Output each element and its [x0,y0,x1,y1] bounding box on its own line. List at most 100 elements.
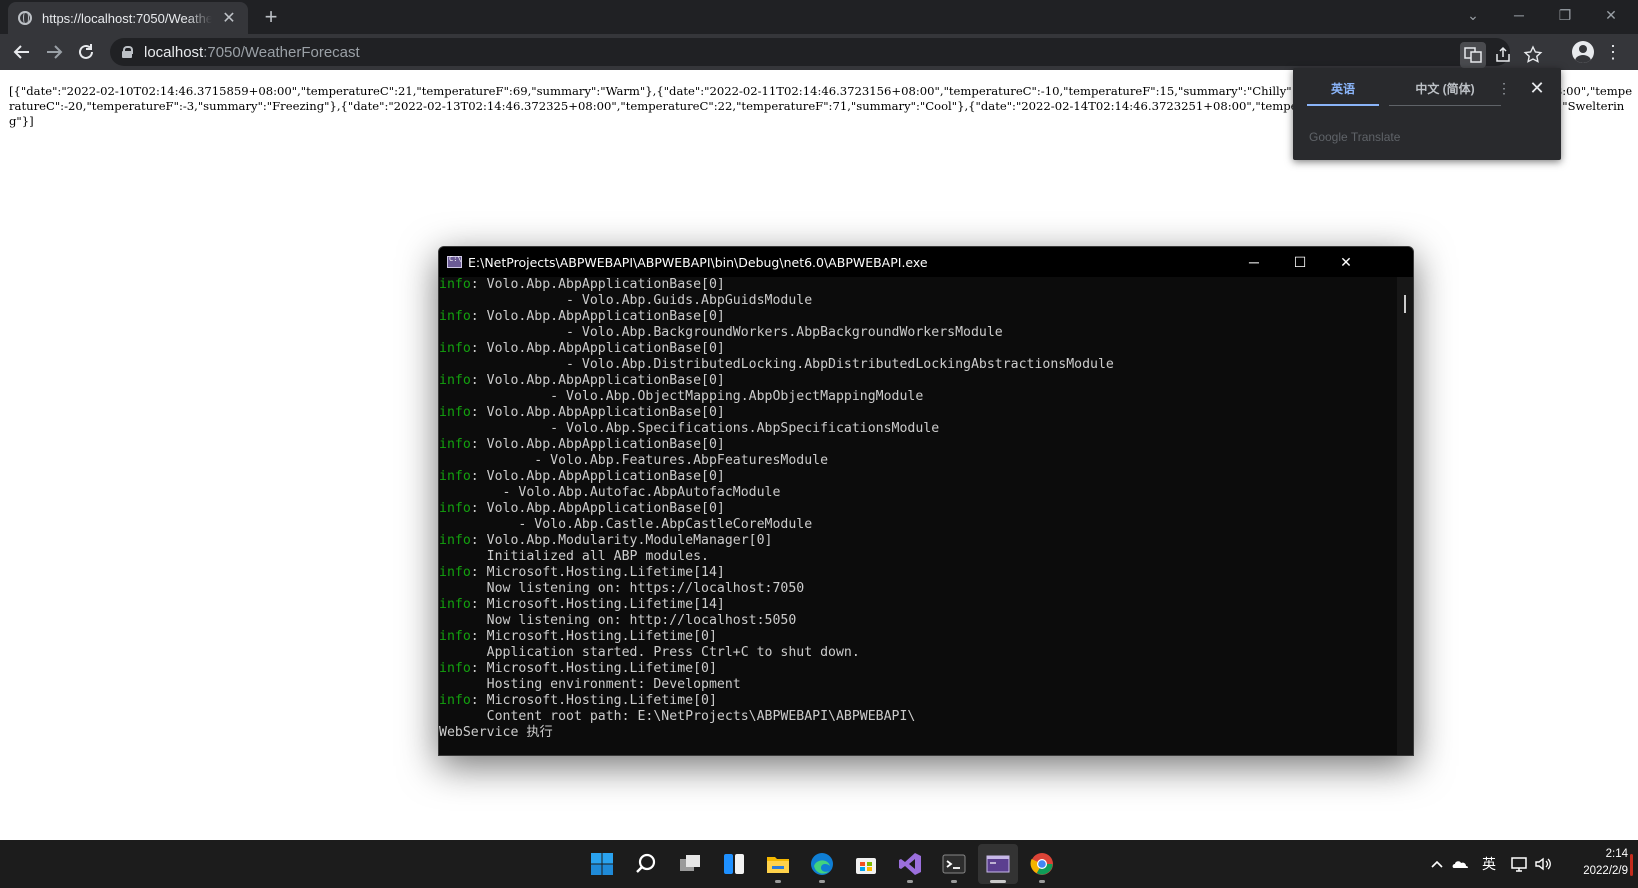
start-icon[interactable] [582,844,622,884]
console-title: E:\NetProjects\ABPWEBAPI\ABPWEBAPI\bin\D… [468,254,928,270]
clock-date: 2022/2/9 [1583,865,1628,877]
console-close-button[interactable]: ✕ [1323,247,1369,277]
share-icon[interactable] [1490,42,1516,68]
log-message: Application started. Press Ctrl+C to shu… [439,645,860,660]
log-message: : Microsoft.Hosting.Lifetime[0] [470,661,717,676]
console-maximize-button[interactable]: ☐ [1277,247,1323,277]
console-output[interactable]: info: Volo.Abp.AbpApplicationBase[0] - V… [439,277,1399,756]
browser-tab[interactable]: https://localhost:7050/WeatherForecast ✕ [8,2,248,34]
console-line: - Volo.Abp.BackgroundWorkers.AbpBackgrou… [439,325,1399,341]
translate-icon[interactable] [1460,42,1486,68]
system-clock[interactable]: 2:14 2022/2/9 [1556,846,1628,880]
url-host: localhost [144,43,204,61]
console-line: - Volo.Abp.Features.AbpFeaturesModule [439,453,1399,469]
notification-indicator[interactable] [1630,854,1633,876]
log-message: : Volo.Abp.AbpApplicationBase[0] [470,309,725,324]
widgets-icon[interactable] [714,844,754,884]
log-message: : Microsoft.Hosting.Lifetime[14] [470,597,725,612]
task-view-icon[interactable] [670,844,710,884]
console-line: Now listening on: https://localhost:7050 [439,581,1399,597]
close-window-button[interactable]: ✕ [1588,0,1634,30]
console-line: info: Microsoft.Hosting.Lifetime[0] [439,661,1399,677]
translate-more-icon[interactable]: ⋮ [1495,78,1513,98]
console-line: Content root path: E:\NetProjects\ABPWEB… [439,709,1399,725]
log-message: Now listening on: http://localhost:5050 [439,613,797,628]
chrome-icon[interactable] [1022,844,1062,884]
search-icon[interactable] [626,844,666,884]
log-message: : Volo.Abp.AbpApplicationBase[0] [470,469,725,484]
console-line: Hosting environment: Development [439,677,1399,693]
console-line: - Volo.Abp.Specifications.AbpSpecificati… [439,421,1399,437]
console-line: info: Microsoft.Hosting.Lifetime[0] [439,629,1399,645]
tab-search-chevron-icon[interactable]: ⌄ [1450,0,1496,30]
store-icon[interactable] [846,844,886,884]
log-level-label: info [439,629,471,644]
translate-tab-source[interactable]: 英语 [1307,76,1379,106]
log-level-label: info [439,597,471,612]
tab-close-icon[interactable]: ✕ [220,8,238,28]
browser-menu-icon[interactable]: ⋮ [1603,38,1623,66]
running-indicator [907,880,913,883]
translate-tab-target[interactable]: 中文 (简体) [1389,76,1501,106]
tray-chevron-up-icon[interactable] [1428,852,1446,876]
log-level-label: info [439,565,471,580]
log-message: WebService 执行 [439,725,553,740]
console-line: info: Volo.Abp.AbpApplicationBase[0] [439,501,1399,517]
log-level-label: info [439,501,471,516]
console-line: info: Volo.Abp.AbpApplicationBase[0] [439,309,1399,325]
console-line: info: Volo.Abp.AbpApplicationBase[0] [439,373,1399,389]
console-line: - Volo.Abp.DistributedLocking.AbpDistrib… [439,357,1399,373]
log-message: : Volo.Abp.AbpApplicationBase[0] [470,277,725,292]
log-level-label: info [439,533,471,548]
console-window[interactable]: E:\NetProjects\ABPWEBAPI\ABPWEBAPI\bin\D… [438,246,1414,756]
console-line: - Volo.Abp.Autofac.AbpAutofacModule [439,485,1399,501]
lock-icon[interactable] [122,46,133,58]
log-message: - Volo.Abp.Guids.AbpGuidsModule [439,293,813,308]
profile-avatar-icon[interactable] [1572,41,1594,63]
console-titlebar[interactable]: E:\NetProjects\ABPWEBAPI\ABPWEBAPI\bin\D… [439,247,1413,277]
console-line: info: Volo.Abp.AbpApplicationBase[0] [439,341,1399,357]
terminal-icon[interactable] [934,844,974,884]
console-scrollbar-thumb[interactable] [1404,295,1406,313]
back-button[interactable] [8,38,36,66]
log-level-label: info [439,693,471,708]
log-message: Initialized all ABP modules. [439,549,709,564]
console-line: info: Volo.Abp.AbpApplicationBase[0] [439,437,1399,453]
text-cursor [439,755,447,756]
log-level-label: info [439,373,471,388]
console-line: - Volo.Abp.ObjectMapping.AbpObjectMappin… [439,389,1399,405]
log-level-label: info [439,437,471,452]
globe-icon [18,11,32,25]
log-level-label: info [439,661,471,676]
volume-icon[interactable] [1532,852,1554,876]
bookmark-star-icon[interactable] [1520,42,1546,68]
console-scrollbar[interactable] [1397,277,1413,755]
log-message: : Volo.Abp.AbpApplicationBase[0] [470,405,725,420]
reload-button[interactable] [72,38,100,66]
minimize-button[interactable]: ─ [1496,0,1542,30]
log-message: : Volo.Abp.AbpApplicationBase[0] [470,437,725,452]
google-translate-label: Google Translate [1309,130,1401,144]
browser-toolbar: localhost:7050/WeatherForecast ⋮ [0,34,1638,70]
console-minimize-button[interactable]: ─ [1231,247,1277,277]
new-tab-button[interactable]: + [258,4,284,30]
forward-arrow-icon [47,45,63,59]
restore-button[interactable]: ❐ [1542,0,1588,30]
address-bar[interactable]: localhost:7050/WeatherForecast [110,38,1543,68]
console-line: Application started. Press Ctrl+C to shu… [439,645,1399,661]
file-explorer-icon[interactable] [758,844,798,884]
console-line: Now listening on: http://localhost:5050 [439,613,1399,629]
visual-studio-icon[interactable] [890,844,930,884]
console-line: info: Microsoft.Hosting.Lifetime[14] [439,597,1399,613]
console-line: - Volo.Abp.Guids.AbpGuidsModule [439,293,1399,309]
edge-icon[interactable] [802,844,842,884]
clock-time: 2:14 [1605,848,1628,860]
forward-button[interactable] [40,38,68,66]
console-line: info: Volo.Abp.AbpApplicationBase[0] [439,469,1399,485]
console-app-icon[interactable] [978,844,1018,884]
ime-indicator[interactable]: 英 [1478,852,1500,876]
translate-close-icon[interactable]: ✕ [1525,76,1549,100]
log-level-label: info [439,341,471,356]
onedrive-tray-icon[interactable] [1450,852,1472,876]
network-icon[interactable] [1508,852,1530,876]
